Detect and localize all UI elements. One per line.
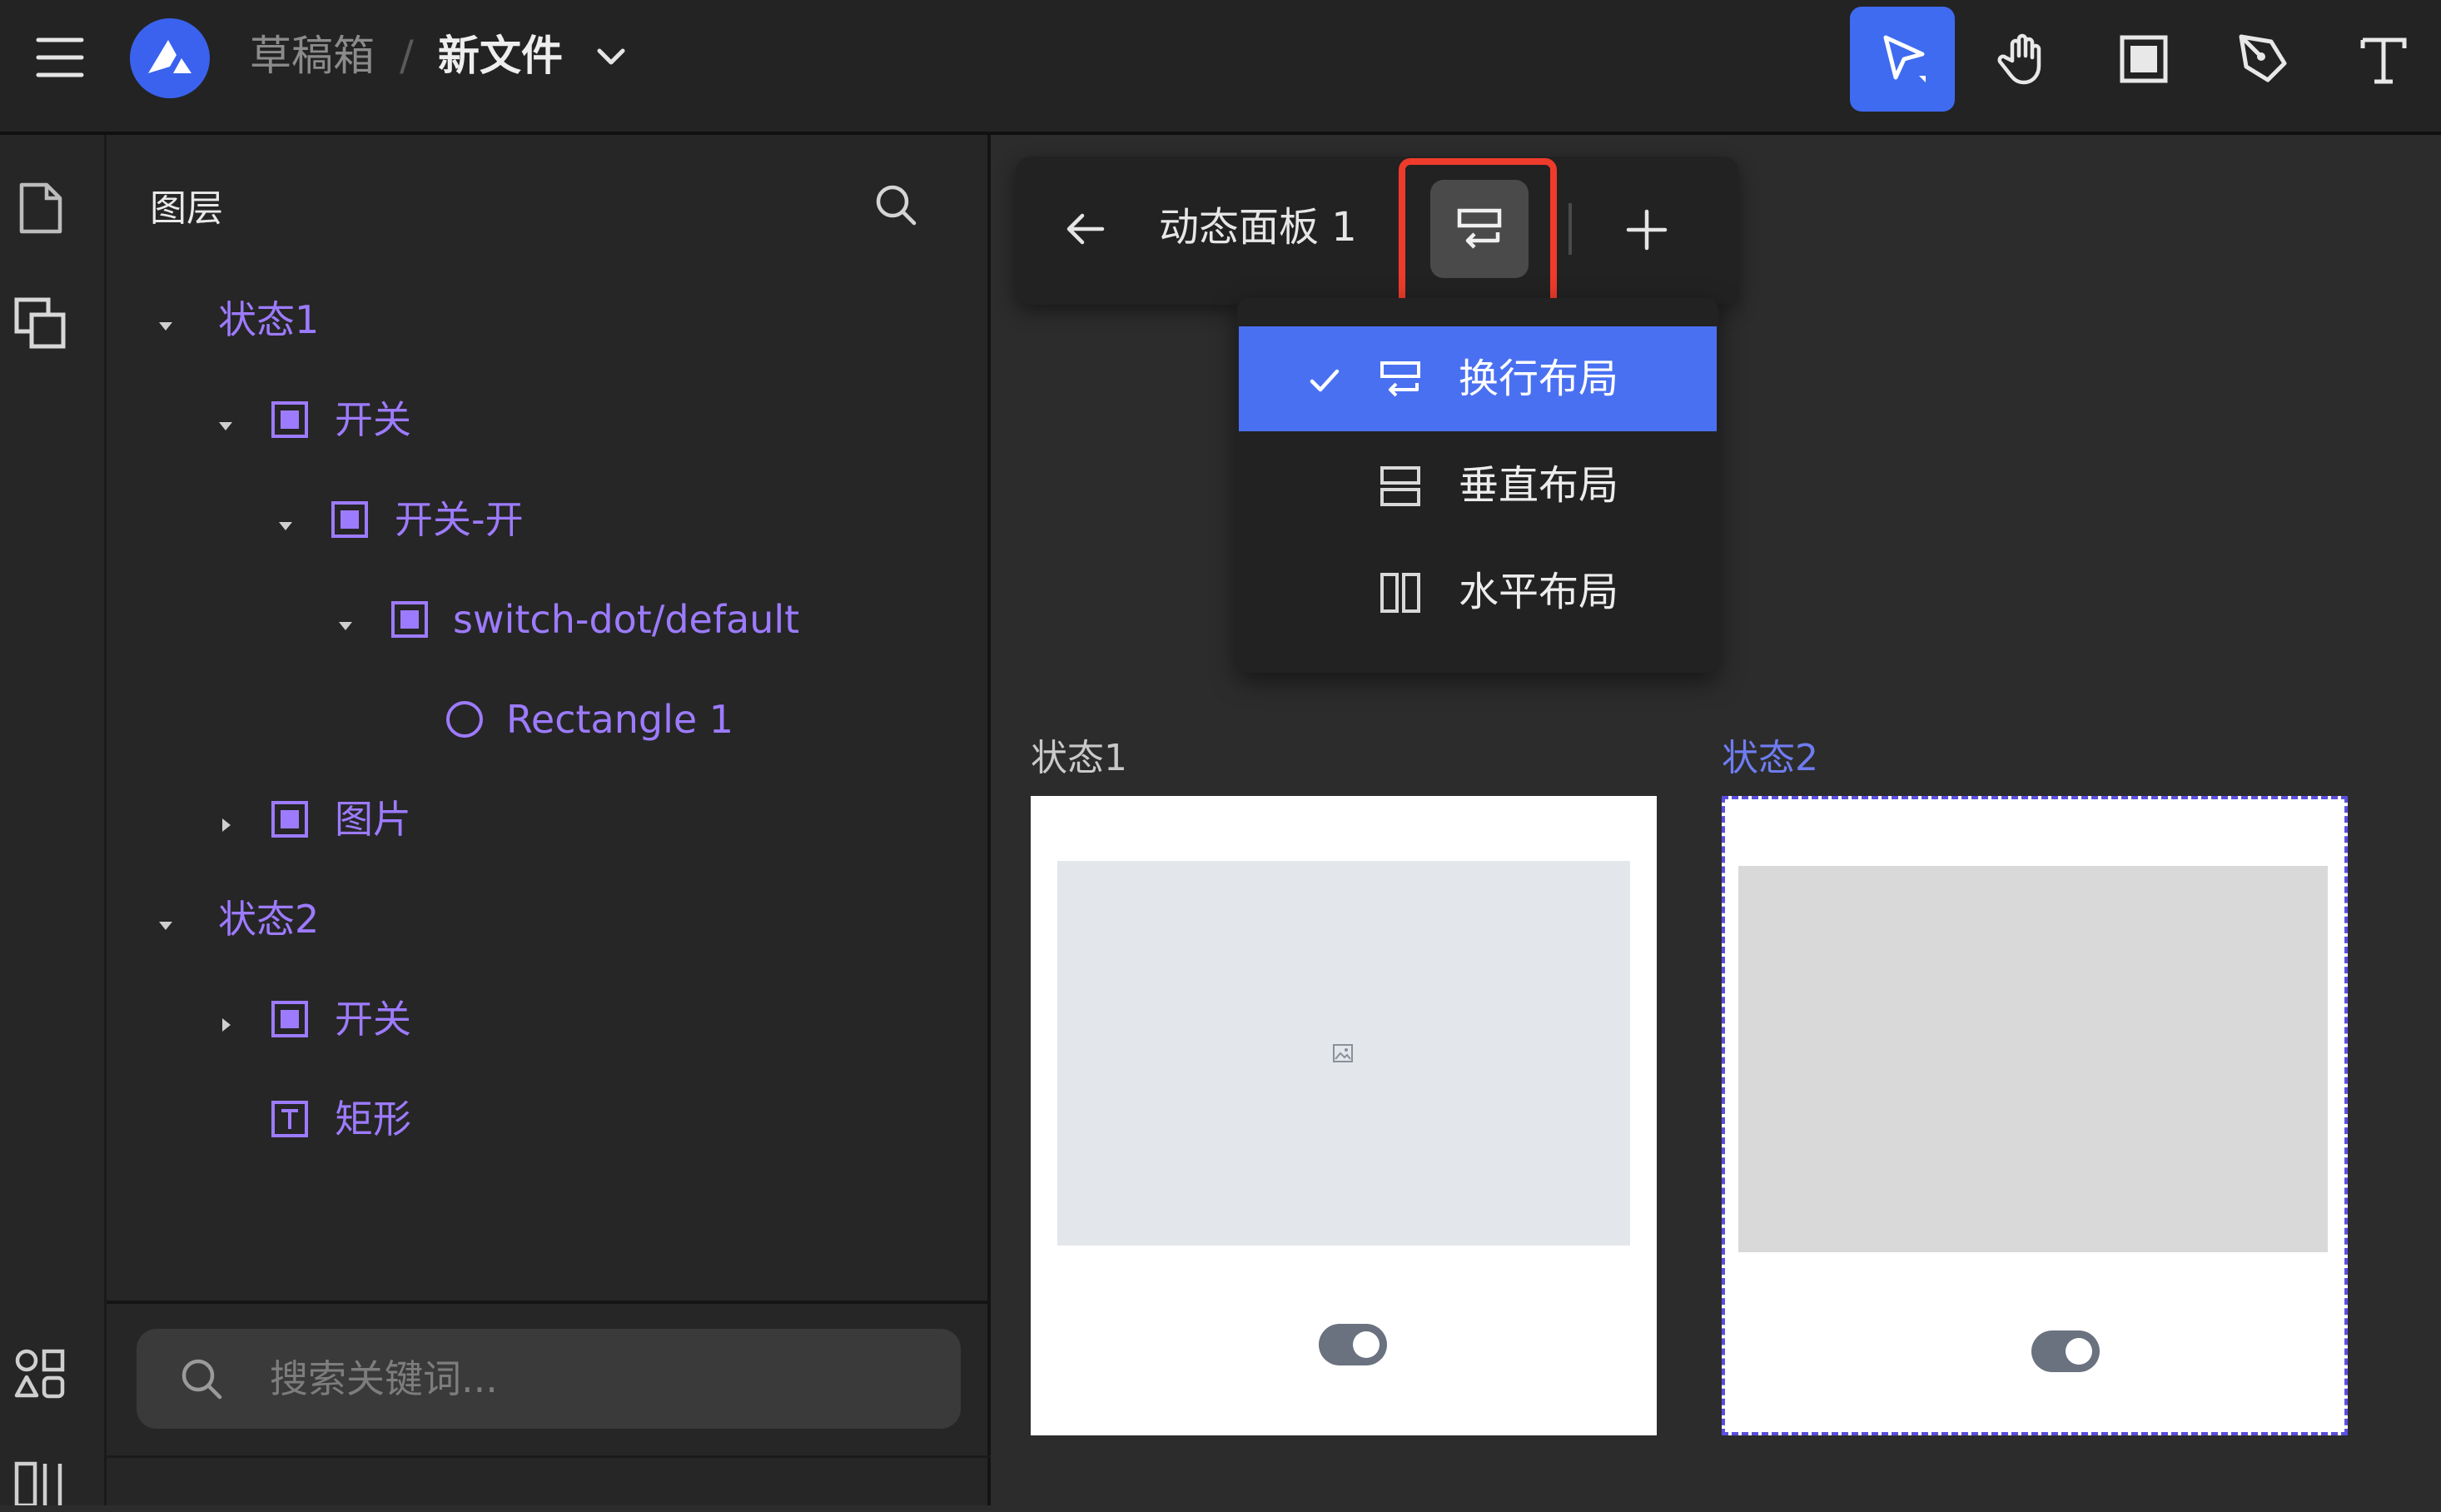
back-arrow-icon[interactable] — [1062, 206, 1107, 251]
search-icon — [178, 1355, 225, 1402]
horizontal-layout-icon — [1380, 573, 1420, 613]
menu-item-label: 水平布局 — [1459, 569, 1619, 615]
chevron-down-icon[interactable] — [594, 40, 628, 73]
layer-label: 开关-开 — [395, 497, 524, 542]
toggle-knob — [2066, 1338, 2092, 1365]
state-frame[interactable] — [1722, 796, 2348, 1435]
check-icon — [1310, 369, 1340, 392]
menu-item-horizontal-layout[interactable]: 水平布局 — [1239, 540, 1717, 644]
layer-label: 状态1 — [218, 297, 320, 342]
layers-icon[interactable] — [13, 296, 67, 350]
caret-down-icon[interactable] — [215, 415, 236, 436]
top-bar: 草稿箱 / 新文件 — [0, 0, 2441, 135]
toggle-switch[interactable] — [1319, 1324, 1387, 1365]
page-icon[interactable] — [13, 182, 67, 235]
panel-divider — [107, 1301, 991, 1304]
layer-row[interactable]: 状态1 — [107, 290, 991, 360]
frame-icon — [2120, 35, 2168, 83]
ellipse-icon — [446, 701, 483, 738]
layer-row[interactable]: Rectangle 1 — [107, 689, 991, 759]
layer-row[interactable]: 开关 — [107, 390, 991, 460]
menu-icon[interactable] — [33, 35, 87, 80]
menu-item-label: 换行布局 — [1459, 356, 1619, 402]
layer-row[interactable]: 开关 — [107, 989, 991, 1059]
caret-down-icon[interactable] — [155, 315, 176, 336]
state-frame[interactable] — [1031, 796, 1657, 1435]
breadcrumb-parent[interactable]: 草稿箱 — [250, 28, 375, 83]
layer-row[interactable]: 开关-开 — [107, 490, 991, 560]
panel-title: 图层 — [150, 187, 223, 230]
wrap-layout-icon — [1380, 361, 1420, 397]
layer-label: Rectangle 1 — [506, 697, 734, 742]
layer-label: 矩形 — [335, 1097, 411, 1141]
layer-row[interactable]: 状态2 — [107, 889, 991, 959]
toggle-switch[interactable] — [2031, 1330, 2100, 1372]
layer-row[interactable]: 图片 — [107, 789, 991, 859]
text-icon — [2360, 37, 2407, 84]
panel-divider — [107, 1455, 991, 1458]
layer-label: 开关 — [335, 997, 411, 1042]
pen-icon — [2239, 34, 2287, 82]
frame-icon — [271, 401, 308, 438]
frame-tool-button[interactable] — [2091, 7, 2196, 112]
toggle-knob — [1353, 1331, 1380, 1358]
pointer-arrow-icon — [1883, 35, 1926, 82]
dynamic-panel-title: 动态面板 1 — [1159, 204, 1357, 251]
caret-down-icon[interactable] — [275, 515, 296, 536]
layer-label: 图片 — [335, 797, 411, 842]
app-logo-icon[interactable] — [128, 17, 211, 100]
components-icon[interactable] — [13, 1347, 67, 1400]
select-tool-button[interactable] — [1850, 7, 1955, 112]
layer-label: 状态2 — [218, 897, 320, 942]
hand-tool-button[interactable] — [1971, 7, 2076, 112]
layer-row[interactable]: switch-dot/default — [107, 589, 991, 659]
add-icon[interactable] — [1623, 206, 1670, 253]
layer-row[interactable]: 矩形 — [107, 1089, 991, 1159]
frame-icon — [391, 601, 428, 638]
caret-right-icon[interactable] — [215, 814, 236, 836]
caret-down-icon[interactable] — [155, 914, 176, 936]
text-tool-button[interactable] — [2331, 7, 2436, 112]
frame-icon — [271, 1001, 308, 1037]
highlight-box — [1399, 158, 1557, 311]
vertical-layout-icon — [1380, 466, 1420, 506]
state-label[interactable]: 状态2 — [1722, 733, 1818, 784]
hand-icon — [1997, 33, 2041, 85]
breadcrumb-separator: / — [400, 32, 414, 80]
menu-item-vertical-layout[interactable]: 垂直布局 — [1239, 433, 1717, 538]
toolbar-divider — [1569, 203, 1572, 255]
caret-right-icon[interactable] — [215, 1014, 236, 1036]
text-layer-icon — [271, 1101, 308, 1137]
caret-down-icon[interactable] — [335, 614, 356, 636]
left-rail — [0, 135, 107, 1505]
pen-tool-button[interactable] — [2211, 7, 2316, 112]
file-name[interactable]: 新文件 — [438, 28, 563, 83]
frame-icon — [271, 801, 308, 838]
layers-panel: 图层 状态1 开关 开关-开 switch-dot/default Rectan… — [107, 135, 991, 1505]
image-icon — [1332, 1042, 1354, 1064]
state-label[interactable]: 状态1 — [1031, 733, 1127, 784]
layout-icon[interactable] — [13, 1459, 67, 1512]
menu-item-label: 垂直布局 — [1459, 462, 1619, 509]
layer-search-input[interactable] — [137, 1329, 961, 1429]
search-icon[interactable] — [872, 182, 919, 228]
menu-item-wrap-layout[interactable]: 换行布局 — [1239, 326, 1717, 431]
layer-label: 开关 — [335, 397, 411, 442]
layer-label: switch-dot/default — [453, 597, 800, 642]
rectangle-placeholder — [1738, 866, 2328, 1252]
frame-icon — [331, 501, 368, 538]
